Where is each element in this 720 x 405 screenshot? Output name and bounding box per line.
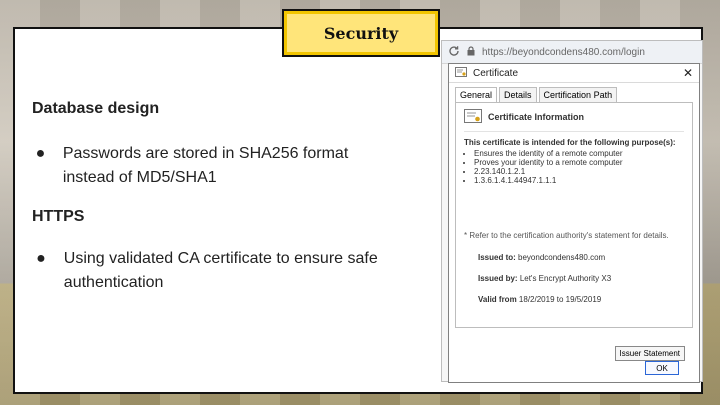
address-bar[interactable]: https://beyondcondens480.com/login: [442, 41, 702, 64]
tab-general[interactable]: General: [455, 87, 498, 102]
bullet-text-https: Using validated CA certificate to ensure…: [63, 250, 378, 291]
certificate-window-title: Certificate: [473, 67, 519, 79]
certificate-tabs: General Details Certification Path: [449, 83, 699, 102]
issued-by-row: Issued by: Let's Encrypt Authority X3: [478, 274, 684, 283]
certificate-info-icon: [464, 109, 482, 125]
ok-button[interactable]: OK: [645, 361, 679, 375]
slide-title: Security: [323, 23, 399, 43]
certificate-general-panel: Certificate Information This certificate…: [455, 102, 693, 328]
valid-from-value: 18/2/2019 to 19/5/2019: [518, 295, 602, 304]
purpose-item: Proves your identity to a remote compute…: [474, 158, 692, 167]
valid-from-row: Valid from 18/2/2019 to 19/5/2019: [478, 295, 684, 304]
browser-window: https://beyondcondens480.com/login Certi…: [441, 40, 703, 383]
bullet-dot: ●: [35, 145, 46, 162]
certificate-info-header: Certificate Information: [456, 103, 692, 131]
purpose-item: 1.3.6.1.4.1.44947.1.1.1: [474, 176, 692, 185]
valid-from-label: Valid from: [478, 295, 517, 304]
bullet-https: ● Using validated CA certificate to ensu…: [32, 247, 402, 295]
certificate-dialog: Certificate ✕ General Details Certificat…: [448, 63, 700, 383]
tab-certification-path[interactable]: Certification Path: [538, 87, 618, 102]
issuer-statement-button[interactable]: Issuer Statement: [614, 346, 685, 361]
tab-details[interactable]: Details: [499, 87, 537, 102]
certificate-note: * Refer to the certification authority's…: [464, 231, 669, 240]
bullet-database: ● Passwords are stored in SHA256 format …: [32, 142, 402, 190]
certificate-titlebar: Certificate ✕: [449, 64, 699, 83]
certificate-purpose-list: Ensures the identity of a remote compute…: [456, 149, 692, 185]
issued-by-label: Issued by:: [478, 274, 518, 283]
certificate-info-title: Certificate Information: [488, 112, 585, 122]
lock-icon[interactable]: [466, 45, 476, 59]
issued-to-value: beyondcondens480.com: [518, 253, 606, 262]
issued-by-value: Let's Encrypt Authority X3: [519, 274, 612, 283]
certificate-fields: Issued to: beyondcondens480.com Issued b…: [478, 253, 684, 316]
refresh-icon[interactable]: [448, 45, 460, 60]
url-text[interactable]: https://beyondcondens480.com/login: [482, 47, 645, 58]
bullet-text-database: Passwords are stored in SHA256 format in…: [62, 145, 349, 186]
certificate-icon: [455, 66, 467, 80]
slide-title-box: Security: [282, 9, 440, 57]
close-icon[interactable]: ✕: [683, 67, 693, 79]
issued-to-row: Issued to: beyondcondens480.com: [478, 253, 684, 262]
bullet-dot: ●: [36, 250, 46, 267]
certificate-purpose-heading: This certificate is intended for the fol…: [464, 138, 676, 147]
section-heading-https: HTTPS: [32, 208, 85, 225]
section-heading-database: Database design: [32, 100, 160, 117]
purpose-item: 2.23.140.1.2.1: [474, 167, 692, 176]
purpose-item: Ensures the identity of a remote compute…: [474, 149, 692, 158]
issued-to-label: Issued to:: [478, 253, 516, 262]
